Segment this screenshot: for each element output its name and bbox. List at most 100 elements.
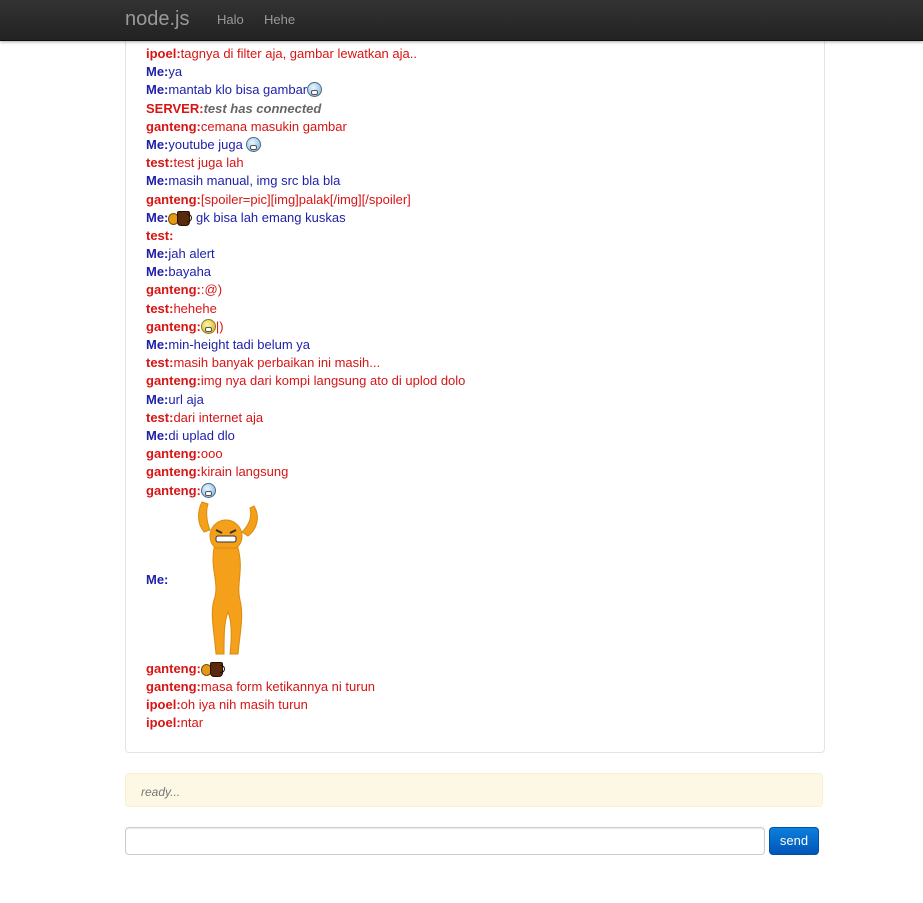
chat-message: ganteng: (146, 660, 806, 678)
message-list: ipoel:tagnya di filter aja, gambar lewat… (146, 45, 806, 732)
message-username: ganteng: (146, 660, 201, 676)
chat-message: ganteng:img nya dari kompi langsung ato … (146, 372, 806, 390)
message-text: dari internet aja (173, 409, 264, 425)
message-text: di uplad dlo (168, 427, 235, 443)
message-text: mantab klo bisa gambar (168, 82, 308, 98)
message-username: ganteng: (146, 282, 201, 298)
message-username: Me: (146, 427, 169, 443)
status-alert: ready... (125, 773, 823, 807)
chat-message: SERVER:test has connected (146, 100, 806, 118)
chat-message: ganteng:[spoiler=pic][img]palak[/img][/s… (146, 191, 806, 209)
message-username: ipoel: (146, 715, 181, 731)
message-text: kirain langsung (200, 464, 289, 480)
grin-icon (307, 82, 323, 98)
message-username: Me: (146, 209, 169, 225)
message-input[interactable] (125, 827, 765, 855)
message-text: gk bisa lah emang kuskas (192, 209, 346, 225)
chat-message: Me:masih manual, img src bla bla (146, 172, 806, 190)
message-text: masih manual, img src bla bla (168, 173, 341, 189)
message-text: ya (168, 64, 183, 80)
status-text: ready... (141, 785, 181, 799)
message-text: masa form ketikannya ni turun (200, 678, 376, 694)
message-username: ganteng: (146, 118, 201, 134)
message-username: ganteng: (146, 446, 201, 462)
message-text: oh iya nih masih turun (180, 697, 308, 713)
brand-link[interactable]: node.js (125, 8, 190, 30)
message-text: masih banyak perbaikan ini masih... (173, 355, 381, 371)
message-text: test juga lah (173, 155, 244, 171)
chat-message: Me:mantab klo bisa gambar (146, 81, 806, 99)
message-text: [spoiler=pic][img]palak[/img][/spoiler] (200, 191, 411, 207)
chat-message: Me: gk bisa lah emang kuskas (146, 209, 806, 227)
message-text: hehehe (173, 300, 217, 316)
message-text: tagnya di filter aja, gambar lewatkan aj… (180, 46, 417, 61)
message-username: ganteng: (146, 191, 201, 207)
message-username: Me: (146, 391, 169, 407)
chat-message: ganteng:masa form ketikannya ni turun (146, 678, 806, 696)
chat-message: Me: (146, 500, 806, 660)
chat-message: Me:bayaha (146, 263, 806, 281)
dancing-figure-image (198, 501, 258, 655)
chat-message: test: (146, 227, 806, 245)
message-text: |) (215, 318, 224, 334)
chat-message: test:hehehe (146, 300, 806, 318)
message-username: test: (146, 409, 174, 425)
message-username: Me: (146, 136, 169, 152)
chat-message: ipoel:ntar (146, 714, 806, 732)
message-username: Me: (146, 264, 169, 280)
chat-message: ganteng:ooo (146, 445, 806, 463)
smile-icon (200, 318, 216, 334)
message-username: Me: (146, 571, 169, 587)
chat-log[interactable]: ipoel:tagnya di filter aja, gambar lewat… (125, 30, 825, 753)
message-username: ganteng: (146, 318, 201, 334)
message-username: ipoel: (146, 697, 181, 713)
chat-message: ganteng: (146, 482, 806, 500)
message-text: :@) (200, 282, 223, 298)
grin-icon (200, 482, 216, 498)
message-text: ooo (200, 446, 223, 462)
chat-message: ipoel:tagnya di filter aja, gambar lewat… (146, 45, 806, 63)
message-username: ipoel: (146, 46, 181, 61)
chat-message: test:masih banyak perbaikan ini masih... (146, 354, 806, 372)
chat-message: test:dari internet aja (146, 409, 806, 427)
chat-message: Me:url aja (146, 391, 806, 409)
chat-message: Me:di uplad dlo (146, 427, 806, 445)
grin-icon (246, 136, 262, 152)
message-text: ntar (180, 715, 204, 731)
message-username: test: (146, 300, 174, 316)
chat-message: test:test juga lah (146, 154, 806, 172)
message-username: SERVER: (146, 100, 204, 116)
chat-message: Me:min-height tadi belum ya (146, 336, 806, 354)
nav-link-hehe[interactable]: Hehe (264, 11, 295, 29)
chat-message: Me:youtube juga (146, 136, 806, 154)
message-username: test: (146, 355, 174, 371)
message-text: jah alert (168, 246, 215, 262)
message-username: Me: (146, 173, 169, 189)
message-text: test has connected (203, 100, 322, 116)
message-text: cemana masukin gambar (200, 118, 347, 134)
send-button[interactable]: send (769, 827, 819, 855)
chat-message: ganteng::@) (146, 281, 806, 299)
message-text: youtube juga (168, 136, 247, 152)
message-text: img nya dari kompi langsung ato di uplod… (200, 373, 466, 389)
message-text: bayaha (168, 264, 212, 280)
message-username: Me: (146, 64, 169, 80)
message-username: Me: (146, 337, 169, 352)
chat-message: ganteng:cemana masukin gambar (146, 118, 806, 136)
chat-message: ganteng:kirain langsung (146, 463, 806, 481)
message-username: Me: (146, 82, 169, 98)
coffee-icon (168, 210, 193, 226)
chat-message: Me:ya (146, 63, 806, 81)
coffee-icon (200, 661, 225, 677)
message-username: ganteng: (146, 373, 201, 389)
top-navbar: node.js Halo Hehe (0, 0, 923, 41)
message-username: Me: (146, 246, 169, 262)
message-username: ganteng: (146, 678, 201, 694)
message-username: test: (146, 227, 174, 243)
message-text: url aja (168, 391, 204, 407)
nav-link-halo[interactable]: Halo (217, 11, 244, 29)
chat-message: ganteng: |) (146, 318, 806, 336)
chat-message: ipoel:oh iya nih masih turun (146, 696, 806, 714)
message-username: ganteng: (146, 464, 201, 480)
chat-message: Me:jah alert (146, 245, 806, 263)
